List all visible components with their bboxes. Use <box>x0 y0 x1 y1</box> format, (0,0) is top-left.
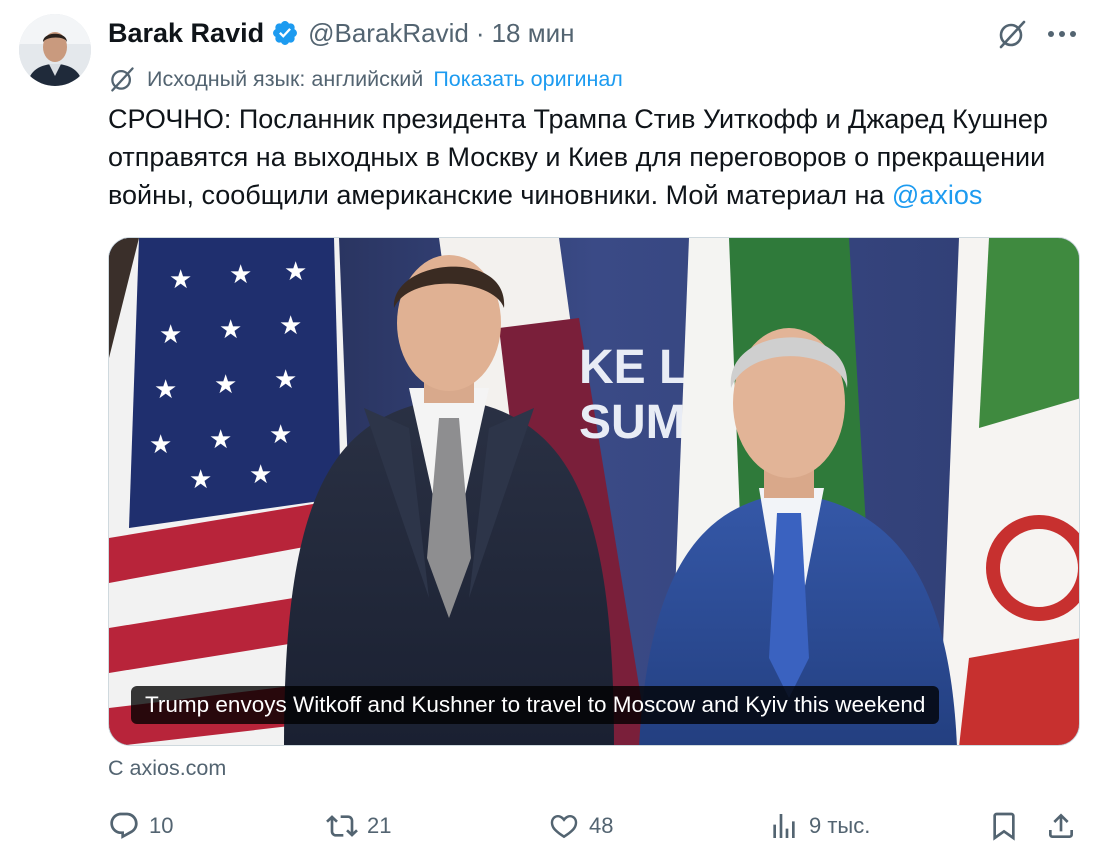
svg-text:★: ★ <box>229 259 252 289</box>
repost-count: 21 <box>367 813 392 838</box>
like-icon <box>550 814 578 839</box>
svg-text:★: ★ <box>189 464 212 494</box>
svg-text:★: ★ <box>149 429 172 459</box>
views-button[interactable]: 9 тыс. <box>768 806 870 846</box>
author-name[interactable]: Barak Ravid <box>108 18 264 49</box>
svg-text:★: ★ <box>154 374 177 404</box>
svg-text:★: ★ <box>269 419 292 449</box>
card-source-link[interactable]: С axios.com <box>108 756 226 781</box>
action-bar: 10 21 48 9 тыс. <box>108 806 1080 846</box>
bookmark-button[interactable] <box>988 806 1020 846</box>
news-photo: ★ ★ ★ ★ ★ ★ ★ ★ ★ ★ ★ ★ ★ ★ KE LU SUM <box>109 238 1079 745</box>
author-handle[interactable]: @BarakRavid <box>308 18 469 49</box>
verified-badge-icon <box>271 19 299 47</box>
svg-text:★: ★ <box>169 264 192 294</box>
grok-icon <box>999 20 1026 49</box>
grok-translate-icon <box>108 65 136 93</box>
show-original-link[interactable]: Показать оригинал <box>433 67 623 92</box>
repost-icon <box>326 815 358 837</box>
reply-count: 10 <box>149 813 174 838</box>
share-icon <box>1049 813 1073 838</box>
svg-text:★: ★ <box>279 310 302 340</box>
views-count: 9 тыс. <box>809 813 871 838</box>
reply-button[interactable]: 10 <box>108 806 173 846</box>
svg-text:★: ★ <box>249 459 272 489</box>
repost-button[interactable]: 21 <box>326 806 391 846</box>
backdrop-text-2: SUM <box>579 396 686 449</box>
timestamp[interactable]: 18 мин <box>492 18 575 49</box>
more-button[interactable] <box>1043 17 1081 51</box>
svg-text:★: ★ <box>274 364 297 394</box>
grok-button[interactable] <box>995 17 1029 51</box>
mention-link[interactable]: @axios <box>892 180 982 210</box>
bookmark-icon <box>993 812 1015 841</box>
more-icon <box>1048 31 1076 37</box>
tweet-header: Barak Ravid @BarakRavid · 18 мин <box>108 14 574 52</box>
svg-text:★: ★ <box>214 369 237 399</box>
source-language-note: Исходный язык: английский <box>147 66 424 91</box>
tweet-text: СРОЧНО: Посланник президента Трампа Стив… <box>108 100 1093 214</box>
like-button[interactable]: 48 <box>548 806 613 846</box>
svg-text:★: ★ <box>159 319 182 349</box>
like-count: 48 <box>589 813 614 838</box>
avatar-image <box>19 14 91 86</box>
views-icon <box>773 814 795 838</box>
share-button[interactable] <box>1045 806 1077 846</box>
translation-row: Исходный язык: английский Показать ориги… <box>108 62 623 96</box>
svg-text:★: ★ <box>219 314 242 344</box>
avatar[interactable] <box>19 14 91 86</box>
reply-icon <box>110 812 138 839</box>
card-caption: Trump envoys Witkoff and Kushner to trav… <box>131 686 940 724</box>
svg-text:★: ★ <box>284 256 307 286</box>
separator-dot: · <box>475 17 485 48</box>
svg-text:★: ★ <box>209 424 232 454</box>
link-card-image[interactable]: ★ ★ ★ ★ ★ ★ ★ ★ ★ ★ ★ ★ ★ ★ KE LU SUM Tr… <box>108 237 1080 746</box>
